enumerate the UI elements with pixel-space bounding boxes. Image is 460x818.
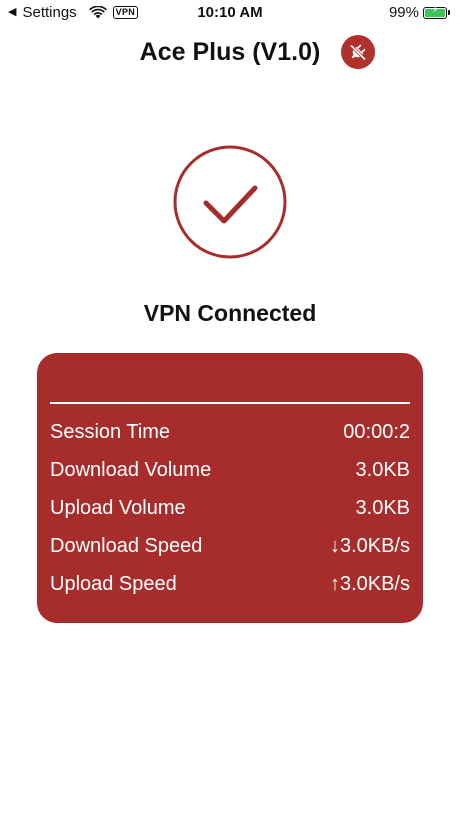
vpn-connected-screen: ◀ Settings VPN 10:10 AM 99% ⚡ Ace Plus (… xyxy=(0,0,460,818)
stat-value: 3.0KB xyxy=(355,458,410,481)
stat-row-session-time: Session Time 00:00:2 xyxy=(50,417,410,447)
stat-label: Download Volume xyxy=(50,458,212,481)
charging-bolt-icon: ⚡ xyxy=(431,4,439,16)
ios-status-bar: ◀ Settings VPN 10:10 AM 99% ⚡ xyxy=(0,0,460,28)
battery-percent: 99% xyxy=(388,4,419,21)
card-divider xyxy=(50,402,410,404)
app-title: Ace Plus (V1.0) xyxy=(139,38,321,66)
session-stats-card: Session Time 00:00:2 Download Volume 3.0… xyxy=(37,353,423,623)
status-bar-right: 99% ⚡ xyxy=(389,4,450,21)
disconnect-button[interactable] xyxy=(341,35,375,69)
plug-off-icon xyxy=(349,44,367,61)
stat-label: Download Speed xyxy=(50,534,203,557)
stat-value: 3.0KB xyxy=(355,496,410,519)
stat-label: Upload Volume xyxy=(50,496,186,519)
header: Ace Plus (V1.0) xyxy=(0,34,460,72)
stat-value: ↑3.0KB/s xyxy=(329,572,410,595)
stat-row-download-volume: Download Volume 3.0KB xyxy=(50,455,410,485)
stat-value: 00:00:2 xyxy=(343,420,410,443)
stat-label: Session Time xyxy=(50,420,171,443)
stat-label: Upload Speed xyxy=(50,572,177,595)
battery-tip xyxy=(448,10,450,15)
connection-status-text: VPN Connected xyxy=(143,300,317,326)
stat-row-upload-speed: Upload Speed ↑3.0KB/s xyxy=(50,569,410,599)
check-circle-icon xyxy=(173,145,287,259)
battery-charging-icon: ⚡ xyxy=(423,4,447,19)
stat-row-download-speed: Download Speed ↓3.0KB/s xyxy=(50,531,410,561)
stat-value: ↓3.0KB/s xyxy=(329,534,410,557)
stat-row-upload-volume: Upload Volume 3.0KB xyxy=(50,493,410,523)
